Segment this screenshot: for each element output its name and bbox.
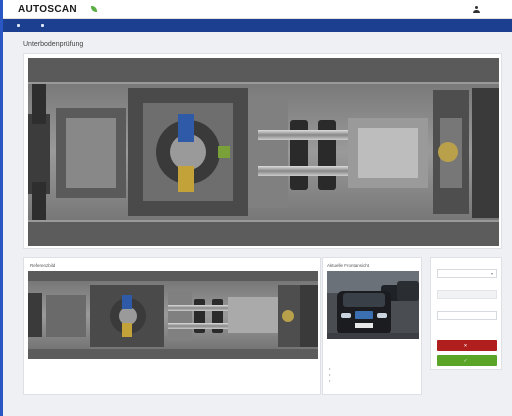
close-icon: ✕: [463, 342, 468, 348]
approve-button[interactable]: ✓: [437, 355, 497, 366]
reference-scan-image[interactable]: [28, 271, 318, 359]
logo-accent: SCAN: [47, 3, 77, 15]
underbody-scan-card: [23, 53, 502, 249]
front-photo-card: Aktuelle Frontansicht: [322, 257, 422, 395]
underbody-scan-graphic: [28, 58, 499, 246]
reference-card: Referenzbild: [23, 257, 321, 395]
grid-icon: [41, 24, 44, 27]
reference-label: Referenzbild: [30, 263, 56, 268]
page-title: Unterbodenprüfung: [23, 41, 84, 48]
user-icon: [473, 5, 480, 13]
reference-select[interactable]: ▾: [437, 269, 497, 278]
nav-item-1[interactable]: [17, 24, 23, 27]
manual-plate-input[interactable]: [437, 311, 497, 320]
verification-form: ▾ ✕ ✓: [430, 257, 502, 370]
grid-icon: [17, 24, 20, 27]
top-bar: AUTOSCAN: [3, 0, 512, 19]
recognized-plate-field: [437, 290, 497, 299]
header-actions: [473, 5, 504, 13]
nav-item-2[interactable]: [41, 24, 47, 27]
reject-button[interactable]: ✕: [437, 340, 497, 351]
accent-strip: [0, 0, 3, 416]
app-logo[interactable]: AUTOSCAN: [18, 4, 77, 15]
checklist: [329, 366, 330, 384]
leaf-icon: [90, 6, 97, 12]
front-photo[interactable]: [327, 271, 419, 339]
underbody-scan-image[interactable]: [28, 58, 499, 246]
checklist-item: [329, 378, 330, 384]
tagline: [90, 6, 100, 12]
front-photo-label: Aktuelle Frontansicht: [327, 263, 370, 268]
chevron-down-icon: ▾: [490, 271, 493, 276]
app-root: AUTOSCAN Unterbodenprüfung Referenzbild …: [0, 0, 512, 416]
nav-bar: [3, 19, 512, 32]
logo-main: AUTO: [18, 3, 48, 15]
car-front-graphic: [327, 271, 419, 339]
check-icon: ✓: [463, 357, 468, 363]
reference-scan-graphic: [28, 271, 318, 359]
